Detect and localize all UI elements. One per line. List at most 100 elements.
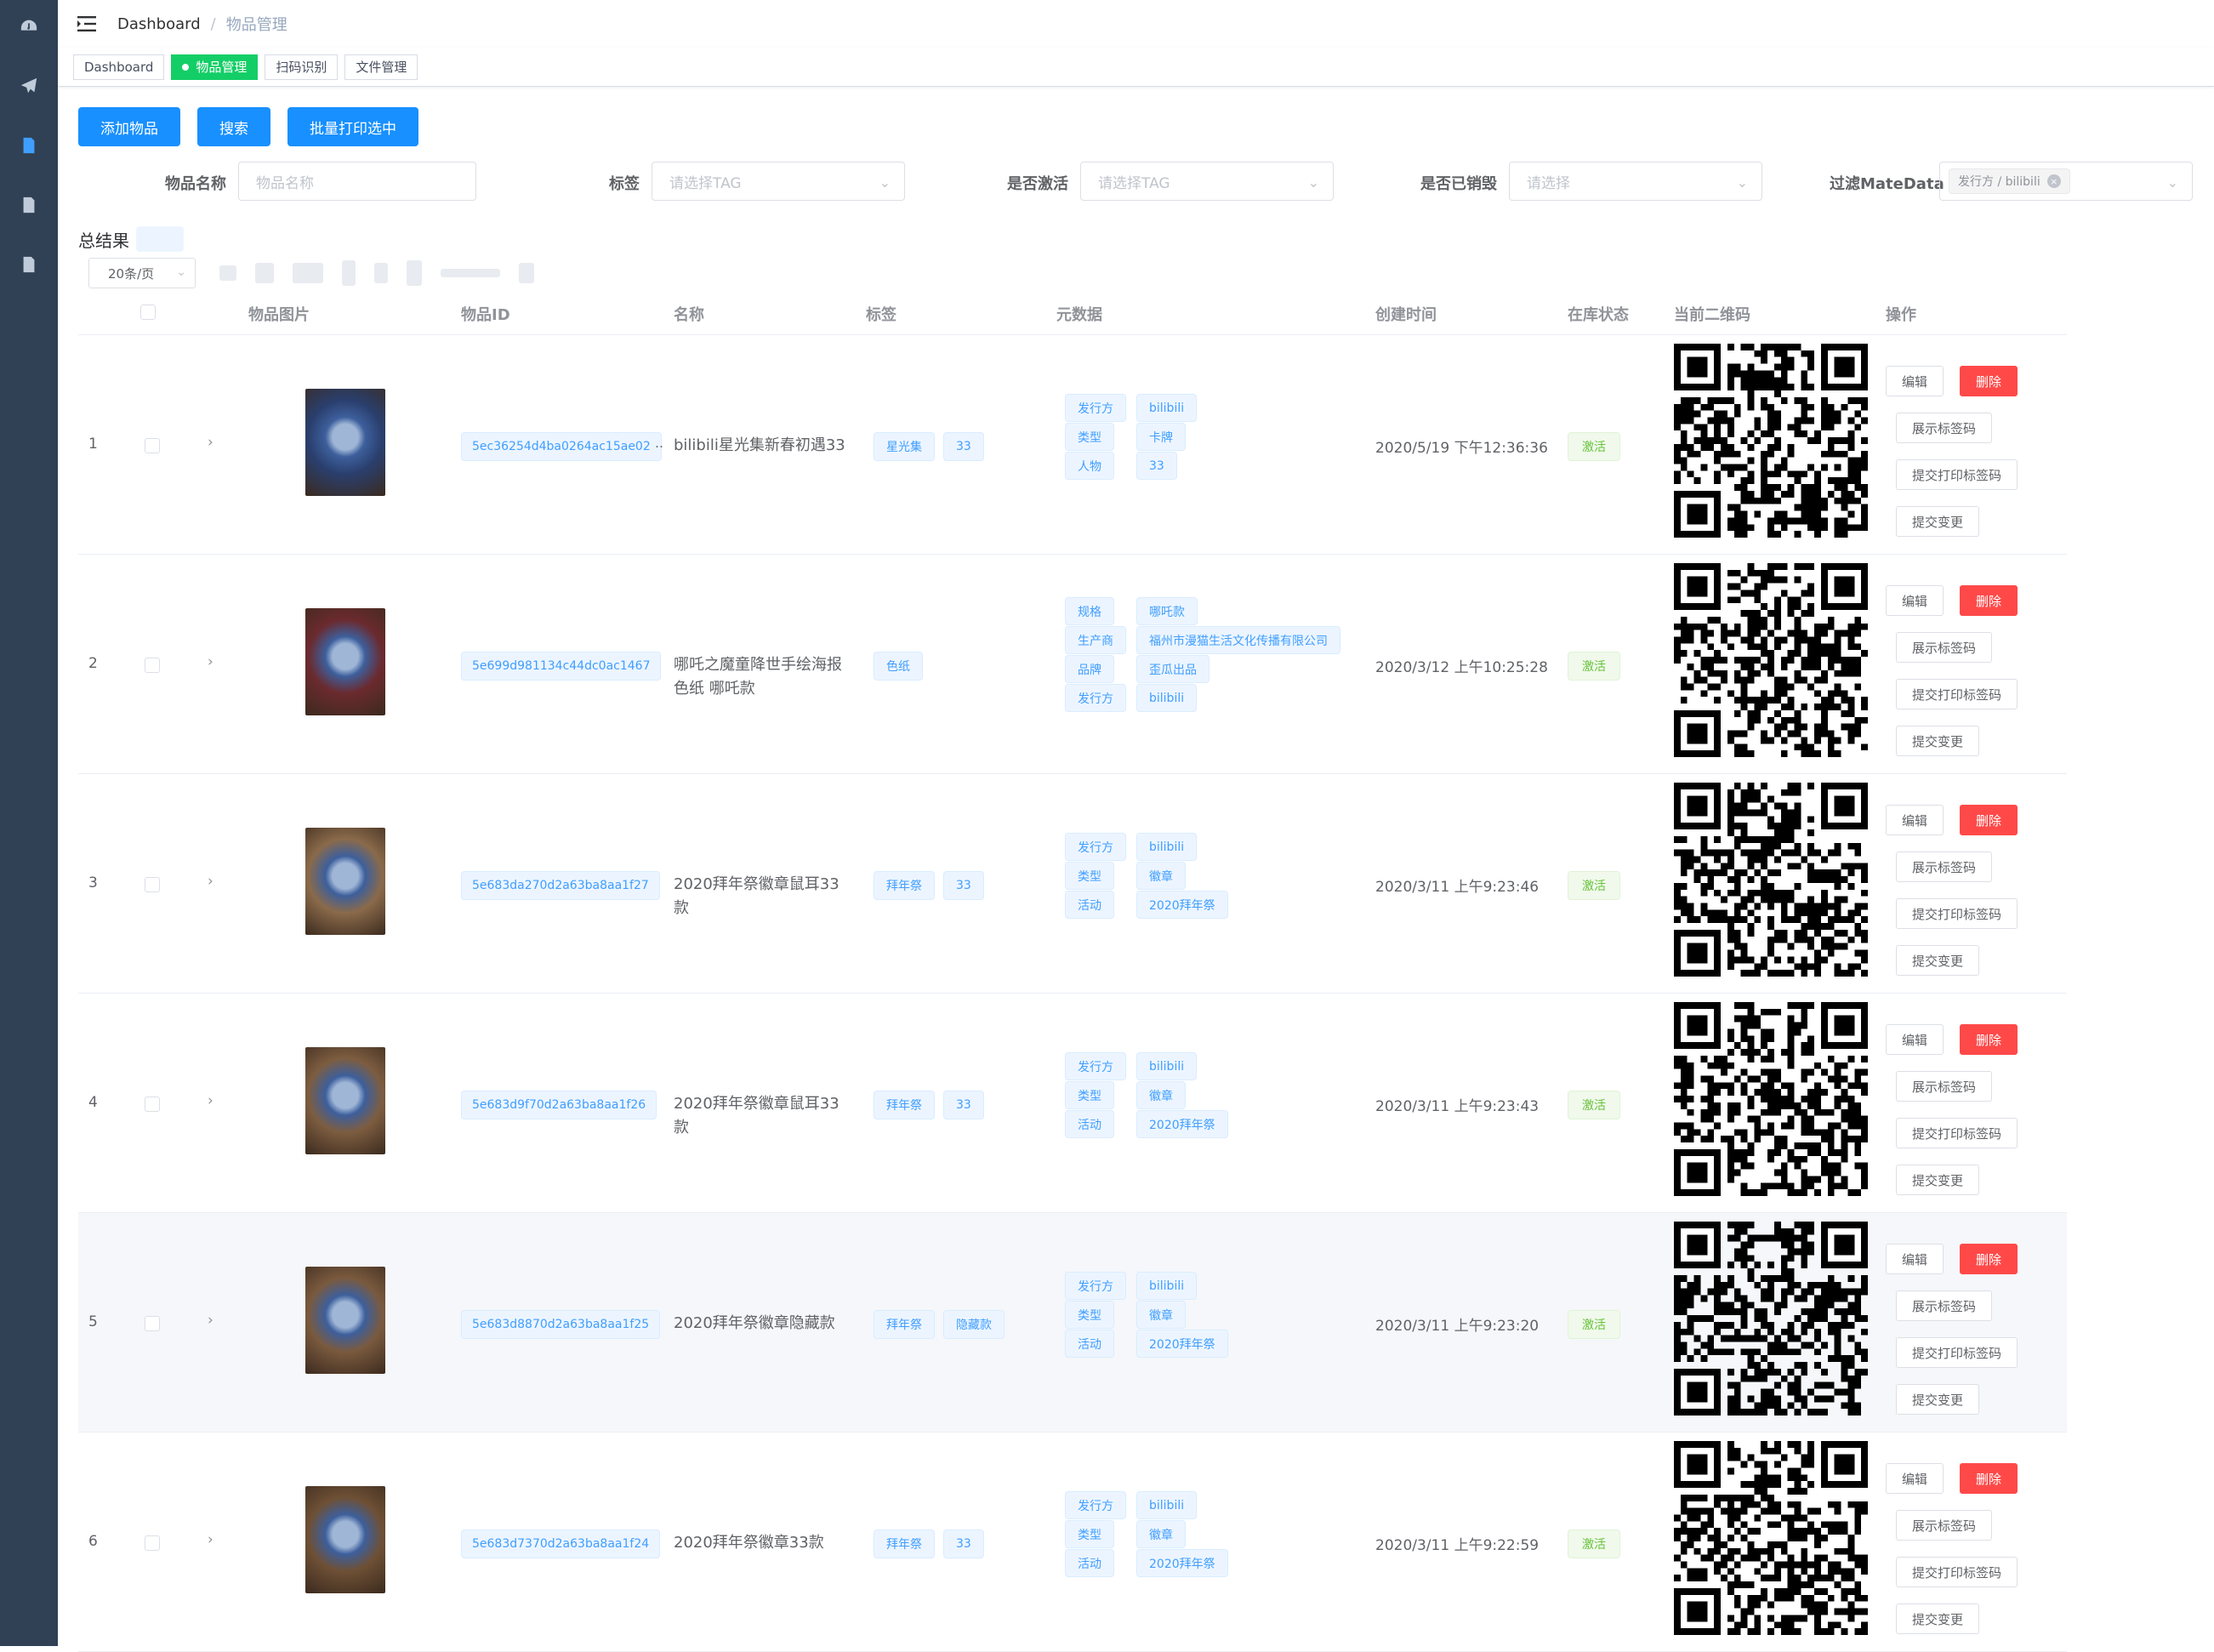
metadata-key: 发行方 <box>1065 1052 1126 1080</box>
delete-button[interactable]: 删除 <box>1960 1463 2018 1494</box>
delete-button[interactable]: 删除 <box>1960 1244 2018 1274</box>
expand-chevron-icon[interactable]: › <box>208 1531 213 1548</box>
submit-change-button[interactable]: 提交变更 <box>1896 1165 1980 1195</box>
edit-button[interactable]: 编辑 <box>1886 1244 1944 1274</box>
item-id-tag[interactable]: 5e699d981134c44dc0ac1467 <box>461 652 662 681</box>
pager-page[interactable] <box>255 263 274 283</box>
delete-button[interactable]: 删除 <box>1960 366 2018 396</box>
row-checkbox[interactable] <box>145 1097 160 1112</box>
item-id-tag[interactable]: 5e683d7370d2a63ba8aa1f24 <box>461 1530 661 1558</box>
edit-button[interactable]: 编辑 <box>1886 805 1944 835</box>
pager-prev[interactable] <box>219 265 236 281</box>
edit-button[interactable]: 编辑 <box>1886 1024 1944 1055</box>
pager-page[interactable] <box>293 263 323 283</box>
edit-button[interactable]: 编辑 <box>1886 1463 1944 1494</box>
table-row[interactable]: 1 › 5ec36254d4ba0264ac15ae02 ‥ bilibili星光集新春… <box>78 335 2067 555</box>
item-image[interactable] <box>305 1047 385 1154</box>
paper-plane-icon[interactable] <box>0 62 58 110</box>
row-checkbox[interactable] <box>145 1535 160 1551</box>
submit-change-button[interactable]: 提交变更 <box>1896 726 1980 756</box>
destroyed-filter-select[interactable]: 请选择 ⌄ <box>1509 162 1762 201</box>
show-label-button[interactable]: 展示标签码 <box>1896 632 1993 663</box>
batch-print-button[interactable]: 批量打印选中 <box>287 107 418 146</box>
item-image[interactable] <box>305 1486 385 1593</box>
show-label-button[interactable]: 展示标签码 <box>1896 1071 1993 1102</box>
pager-page[interactable] <box>407 260 422 286</box>
table-row[interactable]: 6 › 5e683d7370d2a63ba8aa1f24 2020拜年祭徽章33款 拜年… <box>78 1433 2067 1652</box>
document-icon[interactable] <box>0 122 58 169</box>
row-checkbox[interactable] <box>145 877 160 892</box>
show-label-button[interactable]: 展示标签码 <box>1896 1510 1993 1541</box>
submit-print-button[interactable]: 提交打印标签码 <box>1896 898 2018 929</box>
pagination: 20条/页 ⌄ <box>88 258 534 288</box>
pager-jump[interactable] <box>441 269 500 277</box>
submit-print-button[interactable]: 提交打印标签码 <box>1896 459 2018 490</box>
created-time: 2020/3/11 上午9:23:20 <box>1375 1318 1540 1335</box>
submit-print-button[interactable]: 提交打印标签码 <box>1896 1118 2018 1148</box>
edit-button[interactable]: 编辑 <box>1886 366 1944 396</box>
item-image[interactable] <box>305 389 385 496</box>
delete-button[interactable]: 删除 <box>1960 1024 2018 1055</box>
edit-button[interactable]: 编辑 <box>1886 585 1944 616</box>
items-table: 物品图片 物品ID 名称 标签 元数据 创建时间 在库状态 当前二维码 操作 1… <box>78 288 2067 1652</box>
search-button[interactable]: 搜索 <box>197 107 270 146</box>
metadata-key: 类型 <box>1065 1301 1114 1329</box>
pager-page[interactable] <box>342 260 356 286</box>
tab-scan[interactable]: 扫码识别 <box>265 54 339 80</box>
select-all-checkbox[interactable] <box>140 305 156 320</box>
close-icon[interactable]: × <box>2046 174 2061 188</box>
submit-print-button[interactable]: 提交打印标签码 <box>1896 1557 2018 1587</box>
table-row[interactable]: 3 › 5e683da270d2a63ba8aa1f27 2020拜年祭徽章鼠耳33款… <box>78 774 2067 994</box>
show-label-button[interactable]: 展示标签码 <box>1896 852 1993 882</box>
expand-chevron-icon[interactable]: › <box>208 873 213 890</box>
header-actions: 操作 <box>1886 306 1916 324</box>
submit-print-button[interactable]: 提交打印标签码 <box>1896 1337 2018 1368</box>
active-filter-select[interactable]: 请选择TAG ⌄ <box>1080 162 1334 201</box>
show-label-button[interactable]: 展示标签码 <box>1896 413 1993 443</box>
show-label-button[interactable]: 展示标签码 <box>1896 1290 1993 1321</box>
tab-items[interactable]: 物品管理 <box>171 54 259 80</box>
item-image[interactable] <box>305 608 385 715</box>
submit-print-button[interactable]: 提交打印标签码 <box>1896 679 2018 709</box>
expand-chevron-icon[interactable]: › <box>208 1312 213 1329</box>
item-image[interactable] <box>305 1267 385 1374</box>
toolbar: 添加物品 搜索 批量打印选中 <box>78 107 418 146</box>
submit-change-button[interactable]: 提交变更 <box>1896 1384 1980 1415</box>
submit-change-button[interactable]: 提交变更 <box>1896 506 1980 537</box>
submit-change-button[interactable]: 提交变更 <box>1896 1604 1980 1634</box>
document-icon[interactable] <box>0 181 58 229</box>
expand-chevron-icon[interactable]: › <box>208 653 213 670</box>
row-checkbox[interactable] <box>145 438 160 453</box>
delete-button[interactable]: 删除 <box>1960 805 2018 835</box>
tag-filter-select[interactable]: 请选择TAG ⌄ <box>652 162 905 201</box>
submit-change-button[interactable]: 提交变更 <box>1896 945 1980 976</box>
dashboard-icon[interactable] <box>0 3 58 50</box>
name-filter-input[interactable]: 物品名称 <box>238 162 476 201</box>
metadata-filter-select[interactable]: 发行方 / bilibili × ⌄ <box>1939 162 2193 201</box>
breadcrumb-dashboard[interactable]: Dashboard <box>117 15 201 33</box>
tab-dashboard[interactable]: Dashboard <box>73 54 165 80</box>
pager-page[interactable] <box>374 263 388 283</box>
expand-chevron-icon[interactable]: › <box>208 434 213 451</box>
item-id-tag[interactable]: 5e683d8870d2a63ba8aa1f25 <box>461 1310 661 1339</box>
placeholder: 物品名称 <box>256 174 314 192</box>
add-item-button[interactable]: 添加物品 <box>78 107 180 146</box>
table-row[interactable]: 5 › 5e683d8870d2a63ba8aa1f25 2020拜年祭徽章隐藏款 拜年… <box>78 1213 2067 1433</box>
item-image[interactable] <box>305 828 385 935</box>
document-icon[interactable] <box>0 241 58 288</box>
pager-next[interactable] <box>519 263 534 283</box>
delete-button[interactable]: 删除 <box>1960 585 2018 616</box>
item-tag: 拜年祭 <box>874 1091 935 1119</box>
expand-chevron-icon[interactable]: › <box>208 1092 213 1109</box>
row-checkbox[interactable] <box>145 658 160 673</box>
item-id-tag[interactable]: 5e683d9f70d2a63ba8aa1f26 <box>461 1091 657 1119</box>
item-id-tag[interactable]: 5ec36254d4ba0264ac15ae02 <box>461 432 662 461</box>
hamburger-icon[interactable] <box>75 12 99 36</box>
tab-files[interactable]: 文件管理 <box>344 54 418 80</box>
item-id-tag[interactable]: 5e683da270d2a63ba8aa1f27 <box>461 871 660 900</box>
page-size-select[interactable]: 20条/页 ⌄ <box>88 258 196 288</box>
table-row[interactable]: 2 › 5e699d981134c44dc0ac1467 哪吒之魔童降世手绘海报色纸 … <box>78 555 2067 774</box>
metadata-value: 2020拜年祭 <box>1136 1330 1228 1358</box>
table-row[interactable]: 4 › 5e683d9f70d2a63ba8aa1f26 2020拜年祭徽章鼠耳33款… <box>78 994 2067 1213</box>
row-checkbox[interactable] <box>145 1316 160 1331</box>
